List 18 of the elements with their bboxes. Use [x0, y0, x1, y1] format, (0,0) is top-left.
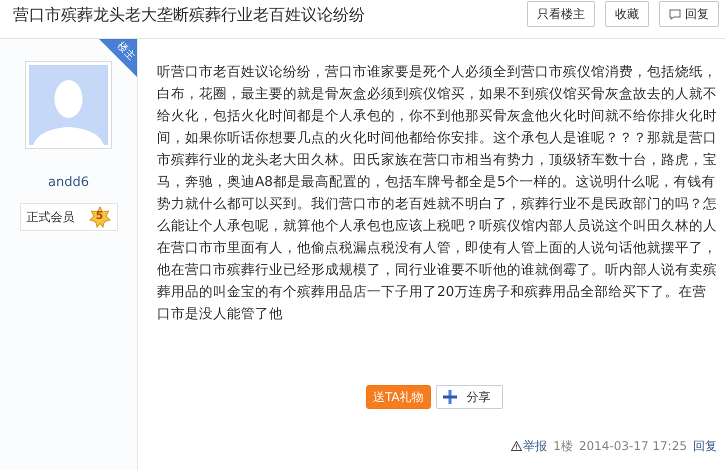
report-link[interactable]: 举报	[511, 437, 548, 455]
post-title: 营口市殡葬龙头老大垄断殡葬行业老百姓议论纷纷	[13, 4, 365, 26]
floor-number: 1楼	[553, 438, 573, 455]
member-rank: 正式会员	[26, 208, 74, 226]
comment-icon	[669, 8, 681, 20]
avatar-silhouette-icon	[29, 65, 108, 145]
level-badge: 5	[88, 206, 110, 228]
header-button[interactable]: 只看楼主	[527, 1, 595, 27]
ribbon-label: 楼主	[115, 40, 137, 62]
post-body: 听营口市老百姓议论纷纷，营口市谁家要是死个人必须全到营口市殡仪馆消费，包括烧纸，白布，花圈，最主要的就是骨灰盒必须到殡仪馆买，如果不到殡仪馆买骨灰盒故去的人就不给火化，包括火化时间都是个人承包的，你不到他那买骨灰盒他火化时间就不给你排火化时间，如果你听话你想要几点的火化时间他都给你安排。这个承包人是谁呢？？？那就是营口市殡葬行业的龙头老大田久林。田氏家族在营口市相当有势力，顶级轿车数十台，路虎，宝马，奔驰，奥迪A8都是最高配置的，包括车牌号都全是5个一样的。这说明什么呢，有钱有势力就什么都可以买到。我们营口市的老百姓就不明白了，殡葬行业不是民政部门的吗？怎么能让个人承包呢，就算他个人承包也应该上税吧？听殡仪馆内部人员说这个叫田久林的人在营口市市里面有人，他偷点税漏点税没有人管，即使有人管上面的人说句话他就摆平了，他在营口市殡葬行业已经形成规模了，同行业谁要不听他的谁就倒霉了。听内部人说有卖殡葬用品的叫金宝的有个殡葬用品店一下子用了20万连房子和殡葬用品全部给买下了。在营口市是没人能管了他	[157, 63, 717, 324]
post-time: 2014-03-17 17:25	[578, 438, 687, 455]
author-name[interactable]: andd6	[48, 173, 89, 192]
header-button[interactable]: 收藏	[605, 1, 649, 27]
plus-icon	[442, 390, 457, 404]
reply-link[interactable]: 回复	[693, 437, 717, 455]
reply-button[interactable]: 回复	[659, 1, 719, 27]
warning-icon	[511, 441, 522, 451]
share-button[interactable]: 分享	[436, 385, 503, 409]
